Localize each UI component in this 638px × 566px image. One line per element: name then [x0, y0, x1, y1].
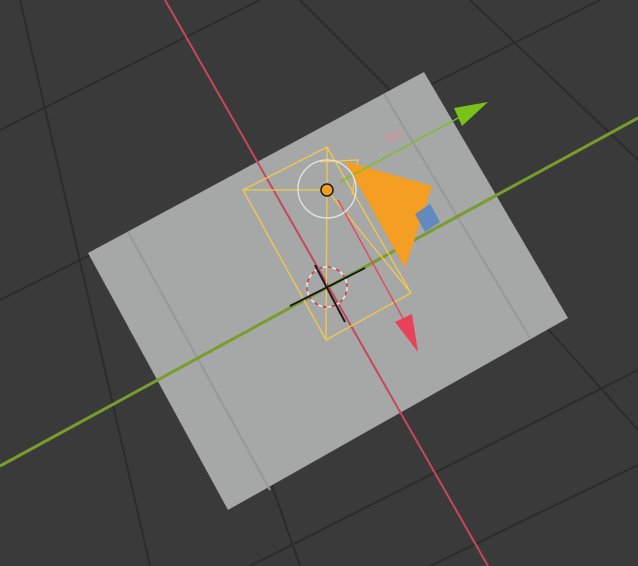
3d-viewport[interactable]: [0, 0, 638, 566]
viewport-canvas[interactable]: [0, 0, 638, 566]
object-origin[interactable]: [320, 183, 334, 197]
